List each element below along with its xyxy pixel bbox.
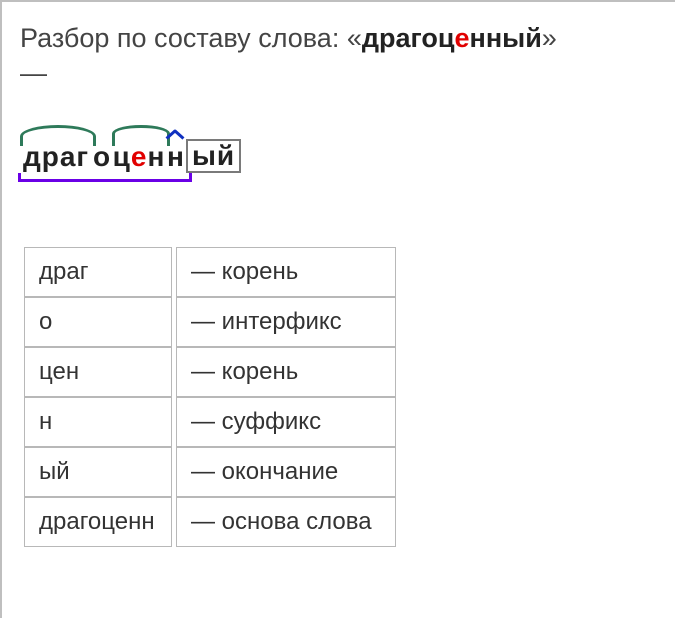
segment-root2: цен: [112, 141, 166, 173]
segment-root1: драг: [20, 141, 92, 173]
suffix-caret-icon: [166, 125, 184, 139]
morpheme-definition: — суффикс: [176, 397, 396, 447]
morpheme-part: драгоценн: [24, 497, 172, 547]
title-word-part2: нный: [470, 23, 542, 53]
title-dash: —: [20, 58, 655, 89]
title-word-accent: е: [454, 23, 469, 53]
page-container: Разбор по составу слова: «драгоценный» —…: [0, 0, 675, 618]
table-row: цен — корень: [24, 347, 396, 397]
morpheme-part: о: [24, 297, 172, 347]
segment-root2-p1: ц: [113, 141, 131, 172]
title-word: драгоценный: [362, 23, 542, 53]
stem-bracket-icon: [18, 173, 192, 182]
table-row: о — интерфикс: [24, 297, 396, 347]
morpheme-part: драг: [24, 247, 172, 297]
morpheme-definition: — окончание: [176, 447, 396, 497]
diagram-word: драг о цен н ый: [20, 141, 241, 173]
morpheme-part: н: [24, 397, 172, 447]
table-row: драгоценн — основа слова: [24, 497, 396, 547]
morpheme-definition: — интерфикс: [176, 297, 396, 347]
segment-root2-accent: е: [131, 141, 148, 172]
table-row: ый — окончание: [24, 447, 396, 497]
title-suffix: »: [542, 23, 557, 53]
morpheme-definition: — основа слова: [176, 497, 396, 547]
title-word-part1: драгоц: [362, 23, 455, 53]
morpheme-part: цен: [24, 347, 172, 397]
morpheme-part: ый: [24, 447, 172, 497]
table-row: драг — корень: [24, 247, 396, 297]
segment-root2-p2: н: [147, 141, 165, 172]
morpheme-diagram: драг о цен н ый: [20, 119, 320, 189]
morpheme-definition: — корень: [176, 247, 396, 297]
page-title: Разбор по составу слова: «драгоценный»: [20, 20, 655, 56]
title-prefix: Разбор по составу слова: «: [20, 23, 362, 53]
segment-interfix: о: [92, 141, 112, 173]
table-row: н — суффикс: [24, 397, 396, 447]
morpheme-definition: — корень: [176, 347, 396, 397]
segment-suffix: н: [166, 141, 186, 173]
morpheme-table: драг — корень о — интерфикс цен — корень…: [20, 247, 400, 547]
segment-ending: ый: [186, 139, 241, 173]
